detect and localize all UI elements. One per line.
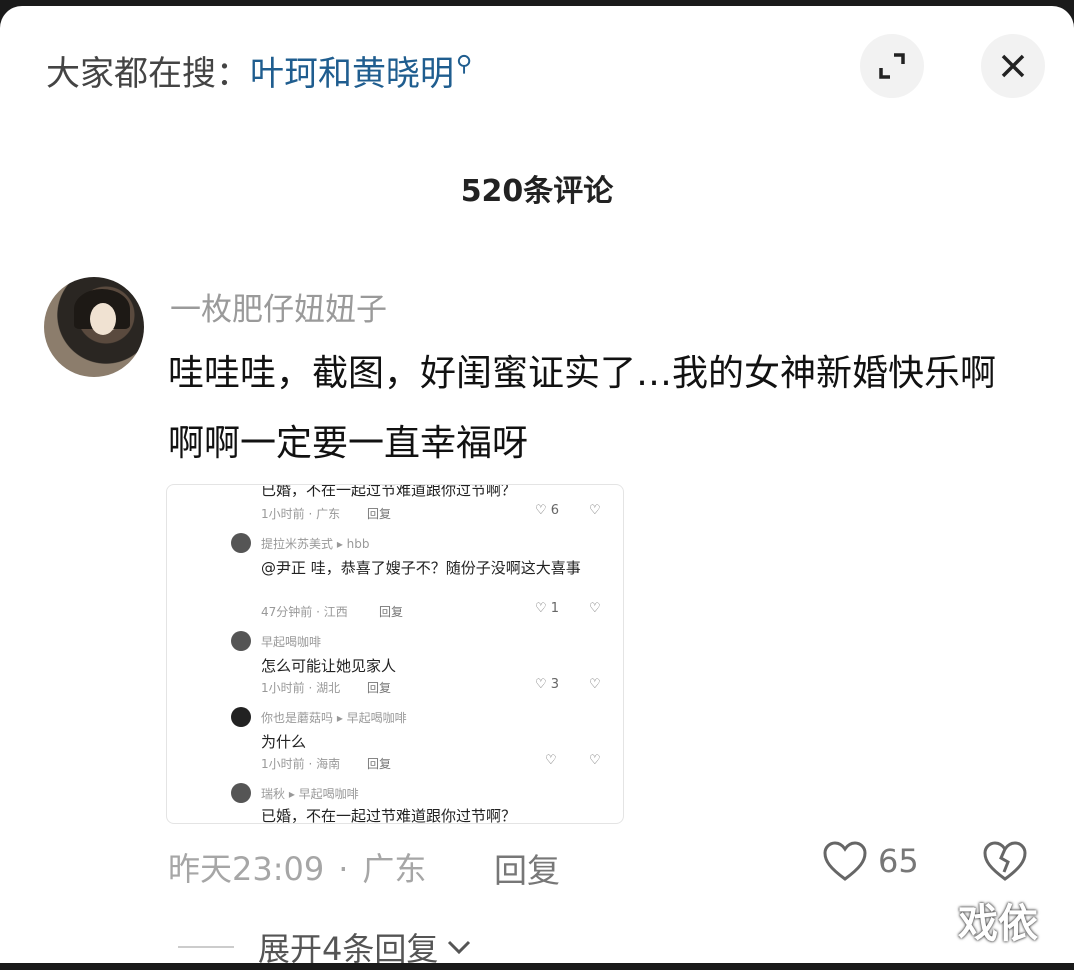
screenshot-avatar (231, 783, 251, 803)
avatar[interactable] (44, 277, 144, 377)
heart-icon: ♡ (545, 753, 557, 768)
screenshot-row-meta: 1小时前 · 湖北 (261, 681, 341, 695)
screenshot-row-reply: 回复 (367, 507, 392, 521)
screenshot-like-count: 1 (550, 601, 560, 616)
screenshot-row-text: 为什么 (261, 733, 307, 751)
comment-meta: 昨天23:09 · 广东 (168, 850, 427, 888)
divider (178, 946, 234, 948)
screenshot-row-name: 早起喝咖啡 (261, 635, 322, 649)
screenshot-row-text: 已婚，不在一起过节难道跟你过节啊？ (261, 484, 517, 499)
expand-replies-label: 展开4条回复 (258, 930, 439, 968)
screenshot-avatar (231, 707, 251, 727)
hot-search-bar[interactable]: 大家都在搜：叶珂和黄晓明⚲ (46, 46, 472, 95)
broken-heart-icon: ♡ (589, 677, 601, 692)
expand-replies-button[interactable]: 展开4条回复 (178, 924, 474, 970)
hot-search-term[interactable]: 叶珂和黄晓明 (250, 54, 454, 94)
like-count: 65 (878, 842, 919, 880)
screenshot-row-meta: 1小时前 · 海南 (261, 757, 341, 771)
heart-icon: ♡ (535, 503, 547, 518)
broken-heart-icon: ♡ (589, 753, 601, 768)
screenshot-row-meta: 1小时前 · 广东 (261, 507, 341, 521)
watermark: 戏依 (958, 901, 1038, 947)
screenshot-like: ♡ 1 (535, 601, 559, 616)
broken-heart-icon (983, 841, 1027, 881)
broken-heart-icon: ♡ (589, 503, 601, 518)
heart-icon: ♡ (535, 601, 547, 616)
comment-image[interactable]: 已婚，不在一起过节难道跟你过节啊？ 1小时前 · 广东 回复 ♡ 6 ♡ 提拉米… (166, 484, 624, 824)
screenshot-row-name: 你也是蘑菇吗 ▸ 早起喝咖啡 (261, 711, 407, 725)
search-icon: ⚲ (456, 52, 473, 77)
close-button[interactable] (981, 34, 1045, 98)
screenshot-like-count: 3 (550, 677, 560, 692)
screenshot-row-reply: 回复 (367, 681, 392, 695)
screenshot-row-name: 瑞秋 ▸ 早起喝咖啡 (261, 787, 359, 801)
dislike-button[interactable] (982, 840, 1028, 886)
expand-button[interactable] (860, 34, 924, 98)
screenshot-row-text: @尹正 哇，恭喜了嫂子不？随份子没啊这大喜事 (261, 559, 581, 577)
hot-search-prefix: 大家都在搜： (46, 54, 250, 94)
broken-heart-icon: ♡ (589, 601, 601, 616)
heart-icon (823, 841, 867, 881)
comment-sheet: 大家都在搜：叶珂和黄晓明⚲ 520条评论 一枚肥仔妞妞子 哇哇哇，截图，好闺蜜证… (0, 6, 1074, 968)
close-icon (1001, 54, 1025, 78)
screenshot-avatar (231, 533, 251, 553)
reply-button[interactable]: 回复 (494, 844, 560, 892)
screenshot-row-name: 提拉米苏美式 ▸ hbb (261, 537, 370, 551)
comment-username[interactable]: 一枚肥仔妞妞子 (170, 284, 387, 329)
screenshot-like: ♡ 6 (535, 503, 559, 518)
screenshot-row-reply: 回复 (379, 605, 404, 619)
expand-icon (879, 53, 905, 79)
screenshot-avatar (231, 631, 251, 651)
screenshot-like: ♡ 3 (535, 677, 559, 692)
chevron-down-icon (448, 940, 471, 955)
comment-count-title: 520条评论 (460, 174, 614, 209)
like-button[interactable]: 65 (822, 840, 919, 882)
screenshot-row-text: 怎么可能让她见家人 (261, 657, 397, 675)
screenshot-row-text: 已婚，不在一起过节难道跟你过节啊？ (261, 807, 517, 824)
screenshot-row-reply: 回复 (367, 757, 392, 771)
heart-icon: ♡ (535, 677, 547, 692)
comment-location: 广东 (362, 850, 427, 888)
screenshot-like-count: 6 (550, 503, 560, 518)
comment-text: 哇哇哇，截图，好闺蜜证实了…我的女神新婚快乐啊啊啊一定要一直幸福呀 (168, 353, 997, 464)
screenshot-row-meta: 47分钟前 · 江西 (261, 605, 348, 619)
comment-time: 昨天23:09 (168, 850, 325, 888)
